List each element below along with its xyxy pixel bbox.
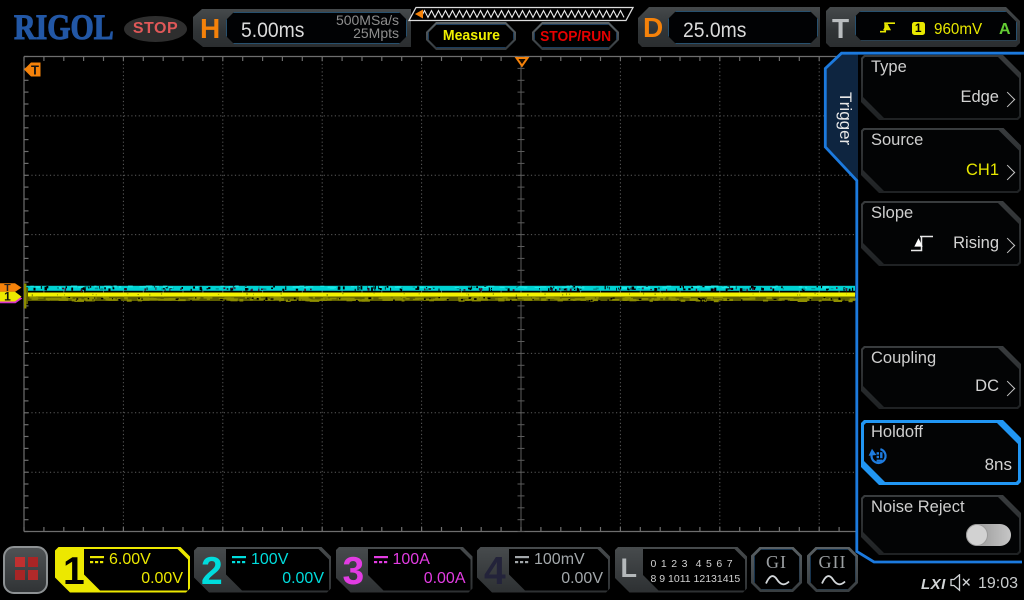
svg-text:T: T bbox=[31, 63, 39, 78]
svg-text:1: 1 bbox=[4, 290, 11, 304]
